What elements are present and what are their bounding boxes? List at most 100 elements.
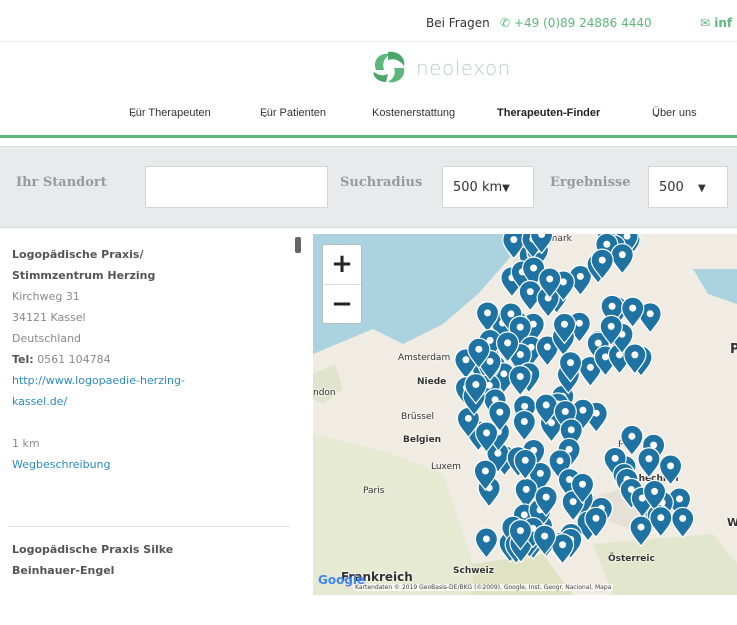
street: Kirchweg 31 bbox=[12, 290, 80, 303]
map-pin[interactable] bbox=[512, 409, 536, 442]
map-pin-dot bbox=[679, 514, 687, 522]
map-pin-dot bbox=[520, 511, 528, 519]
city: 34121 Kassel bbox=[12, 311, 86, 324]
map-pin-dot bbox=[516, 372, 524, 380]
map-pin-dot bbox=[567, 359, 575, 367]
map-pin-dot bbox=[592, 514, 600, 522]
map-pin-dot bbox=[631, 351, 639, 359]
caret-down-icon: ▼ bbox=[502, 183, 510, 194]
map-pin-dot bbox=[521, 456, 529, 464]
map-pin-dot bbox=[526, 288, 534, 296]
phone-link[interactable]: ✆ +49 (0)89 24886 4440 bbox=[500, 16, 652, 30]
map-pin-dot bbox=[521, 402, 529, 410]
map-pin-dot bbox=[516, 323, 524, 331]
map-pin-dot bbox=[579, 406, 587, 414]
map-pin[interactable] bbox=[474, 527, 499, 559]
map-pin-dot bbox=[530, 264, 538, 272]
map-pin-dot bbox=[611, 454, 619, 462]
chevron-down-icon: ⌄ bbox=[652, 108, 662, 120]
map-pin-dot bbox=[475, 345, 483, 353]
website-link[interactable]: http://www.logopaedie-herzing-kassel.de/ bbox=[12, 370, 282, 412]
map-pin-dot bbox=[559, 541, 567, 549]
map-pin[interactable] bbox=[629, 515, 653, 548]
map-pin[interactable] bbox=[621, 296, 645, 329]
map-pin-dot bbox=[496, 408, 504, 416]
map-pin-dot bbox=[462, 356, 470, 364]
map-pin-dot bbox=[520, 418, 528, 426]
map-pin-dot bbox=[618, 251, 626, 259]
map-pin-dot bbox=[667, 462, 675, 470]
map-pin-dot bbox=[575, 319, 583, 327]
map-pin-dot bbox=[628, 432, 636, 440]
email-link[interactable]: ✉ inf bbox=[700, 16, 732, 30]
list-item[interactable]: Logopädische Praxis/ Stimmzentrum Herzin… bbox=[12, 244, 282, 475]
location-input[interactable] bbox=[145, 166, 328, 208]
map-pin-dot bbox=[586, 363, 594, 371]
map-pin-dot bbox=[646, 310, 654, 318]
contact-question: Bei Fragen bbox=[426, 16, 490, 30]
list-scrollbar[interactable] bbox=[295, 237, 301, 253]
distance: 1 km bbox=[12, 437, 40, 450]
map-pin[interactable] bbox=[610, 243, 634, 275]
map-view[interactable]: + − Dänemark Amsterdam Niede ndon Brüsse… bbox=[313, 234, 737, 595]
list-divider bbox=[8, 526, 290, 527]
location-label: Ihr Standort bbox=[16, 175, 107, 190]
map-pin-dot bbox=[500, 370, 508, 378]
map-pin-dot bbox=[510, 236, 518, 244]
practice-name: Logopädische Praxis/ bbox=[12, 248, 144, 261]
map-pin-dot bbox=[483, 429, 491, 437]
map-pin-dot bbox=[629, 304, 637, 312]
map-pin-dot bbox=[556, 457, 564, 465]
map-pin-dot bbox=[676, 495, 684, 503]
map-pin-dot bbox=[516, 527, 524, 535]
map-pin-dot bbox=[536, 469, 544, 477]
map-pin-dot bbox=[657, 514, 665, 522]
mail-icon: ✉ bbox=[700, 16, 711, 30]
practice-name: Stimmzentrum Herzing bbox=[12, 269, 156, 282]
practice-name: Beinhauer-Engel bbox=[12, 564, 115, 577]
map-pin-dot bbox=[504, 339, 512, 347]
directions-link[interactable]: Wegbeschreibung bbox=[12, 454, 282, 475]
map-pin-dot bbox=[546, 275, 554, 283]
map-pin-dot bbox=[598, 256, 606, 264]
top-contact-bar: Bei Fragen ✆ +49 (0)89 24886 4440 ✉ inf bbox=[0, 0, 737, 42]
country: Deutschland bbox=[12, 332, 82, 345]
telephone: Tel: 0561 104784 bbox=[12, 353, 111, 366]
nav-item-kostenerstattung[interactable]: Kostenerstattung bbox=[372, 107, 455, 119]
map-pin-dot bbox=[507, 310, 515, 318]
radius-label: Suchradius bbox=[340, 175, 423, 190]
map-pin-dot bbox=[486, 357, 494, 365]
map-pin-dot bbox=[561, 408, 569, 416]
map-pin-dot bbox=[516, 350, 524, 358]
result-list[interactable]: Logopädische Praxis/ Stimmzentrum Herzin… bbox=[0, 234, 300, 594]
map-pin[interactable] bbox=[658, 454, 683, 486]
map-pin[interactable] bbox=[637, 447, 661, 479]
map-pin-dot bbox=[645, 455, 653, 463]
list-item[interactable]: Logopädische Praxis Silke Beinhauer-Enge… bbox=[12, 539, 282, 581]
radius-select[interactable]: 500 km▼ bbox=[442, 166, 534, 208]
map-pin-dot bbox=[567, 426, 575, 434]
map-pin[interactable] bbox=[649, 506, 673, 538]
map-pin-dot bbox=[481, 467, 489, 475]
map-pin-dot bbox=[637, 523, 645, 531]
map-pin-dot bbox=[608, 302, 616, 310]
map-pin-dot bbox=[541, 532, 549, 540]
caret-down-icon: ▼ bbox=[697, 183, 706, 194]
nav-item-therapeuten-finder[interactable]: Therapeuten-Finder bbox=[497, 107, 600, 119]
map-pin[interactable] bbox=[620, 424, 644, 457]
map-pin-dot bbox=[607, 322, 615, 330]
map-pins-layer bbox=[454, 234, 695, 565]
results-select[interactable]: 500 ▼ bbox=[648, 166, 728, 208]
neolexon-logo-icon bbox=[373, 51, 405, 83]
map-pin-dot bbox=[484, 309, 492, 317]
map-pin-dot bbox=[579, 480, 587, 488]
practice-name: Logopädische Praxis Silke bbox=[12, 543, 174, 556]
map-pin-dot bbox=[601, 353, 609, 361]
brand-name: neolexon bbox=[416, 56, 511, 80]
search-panel: Ihr Standort Suchradius 500 km▼ Ergebnis… bbox=[0, 146, 737, 228]
chevron-down-icon: ⌄ bbox=[260, 108, 270, 120]
map-attribution: Kartendaten © 2019 GeoBasis-DE/BKG (©200… bbox=[353, 584, 614, 591]
map-pin-dot bbox=[560, 320, 568, 328]
map-pin-dot bbox=[472, 381, 480, 389]
map-pin[interactable] bbox=[671, 506, 695, 539]
